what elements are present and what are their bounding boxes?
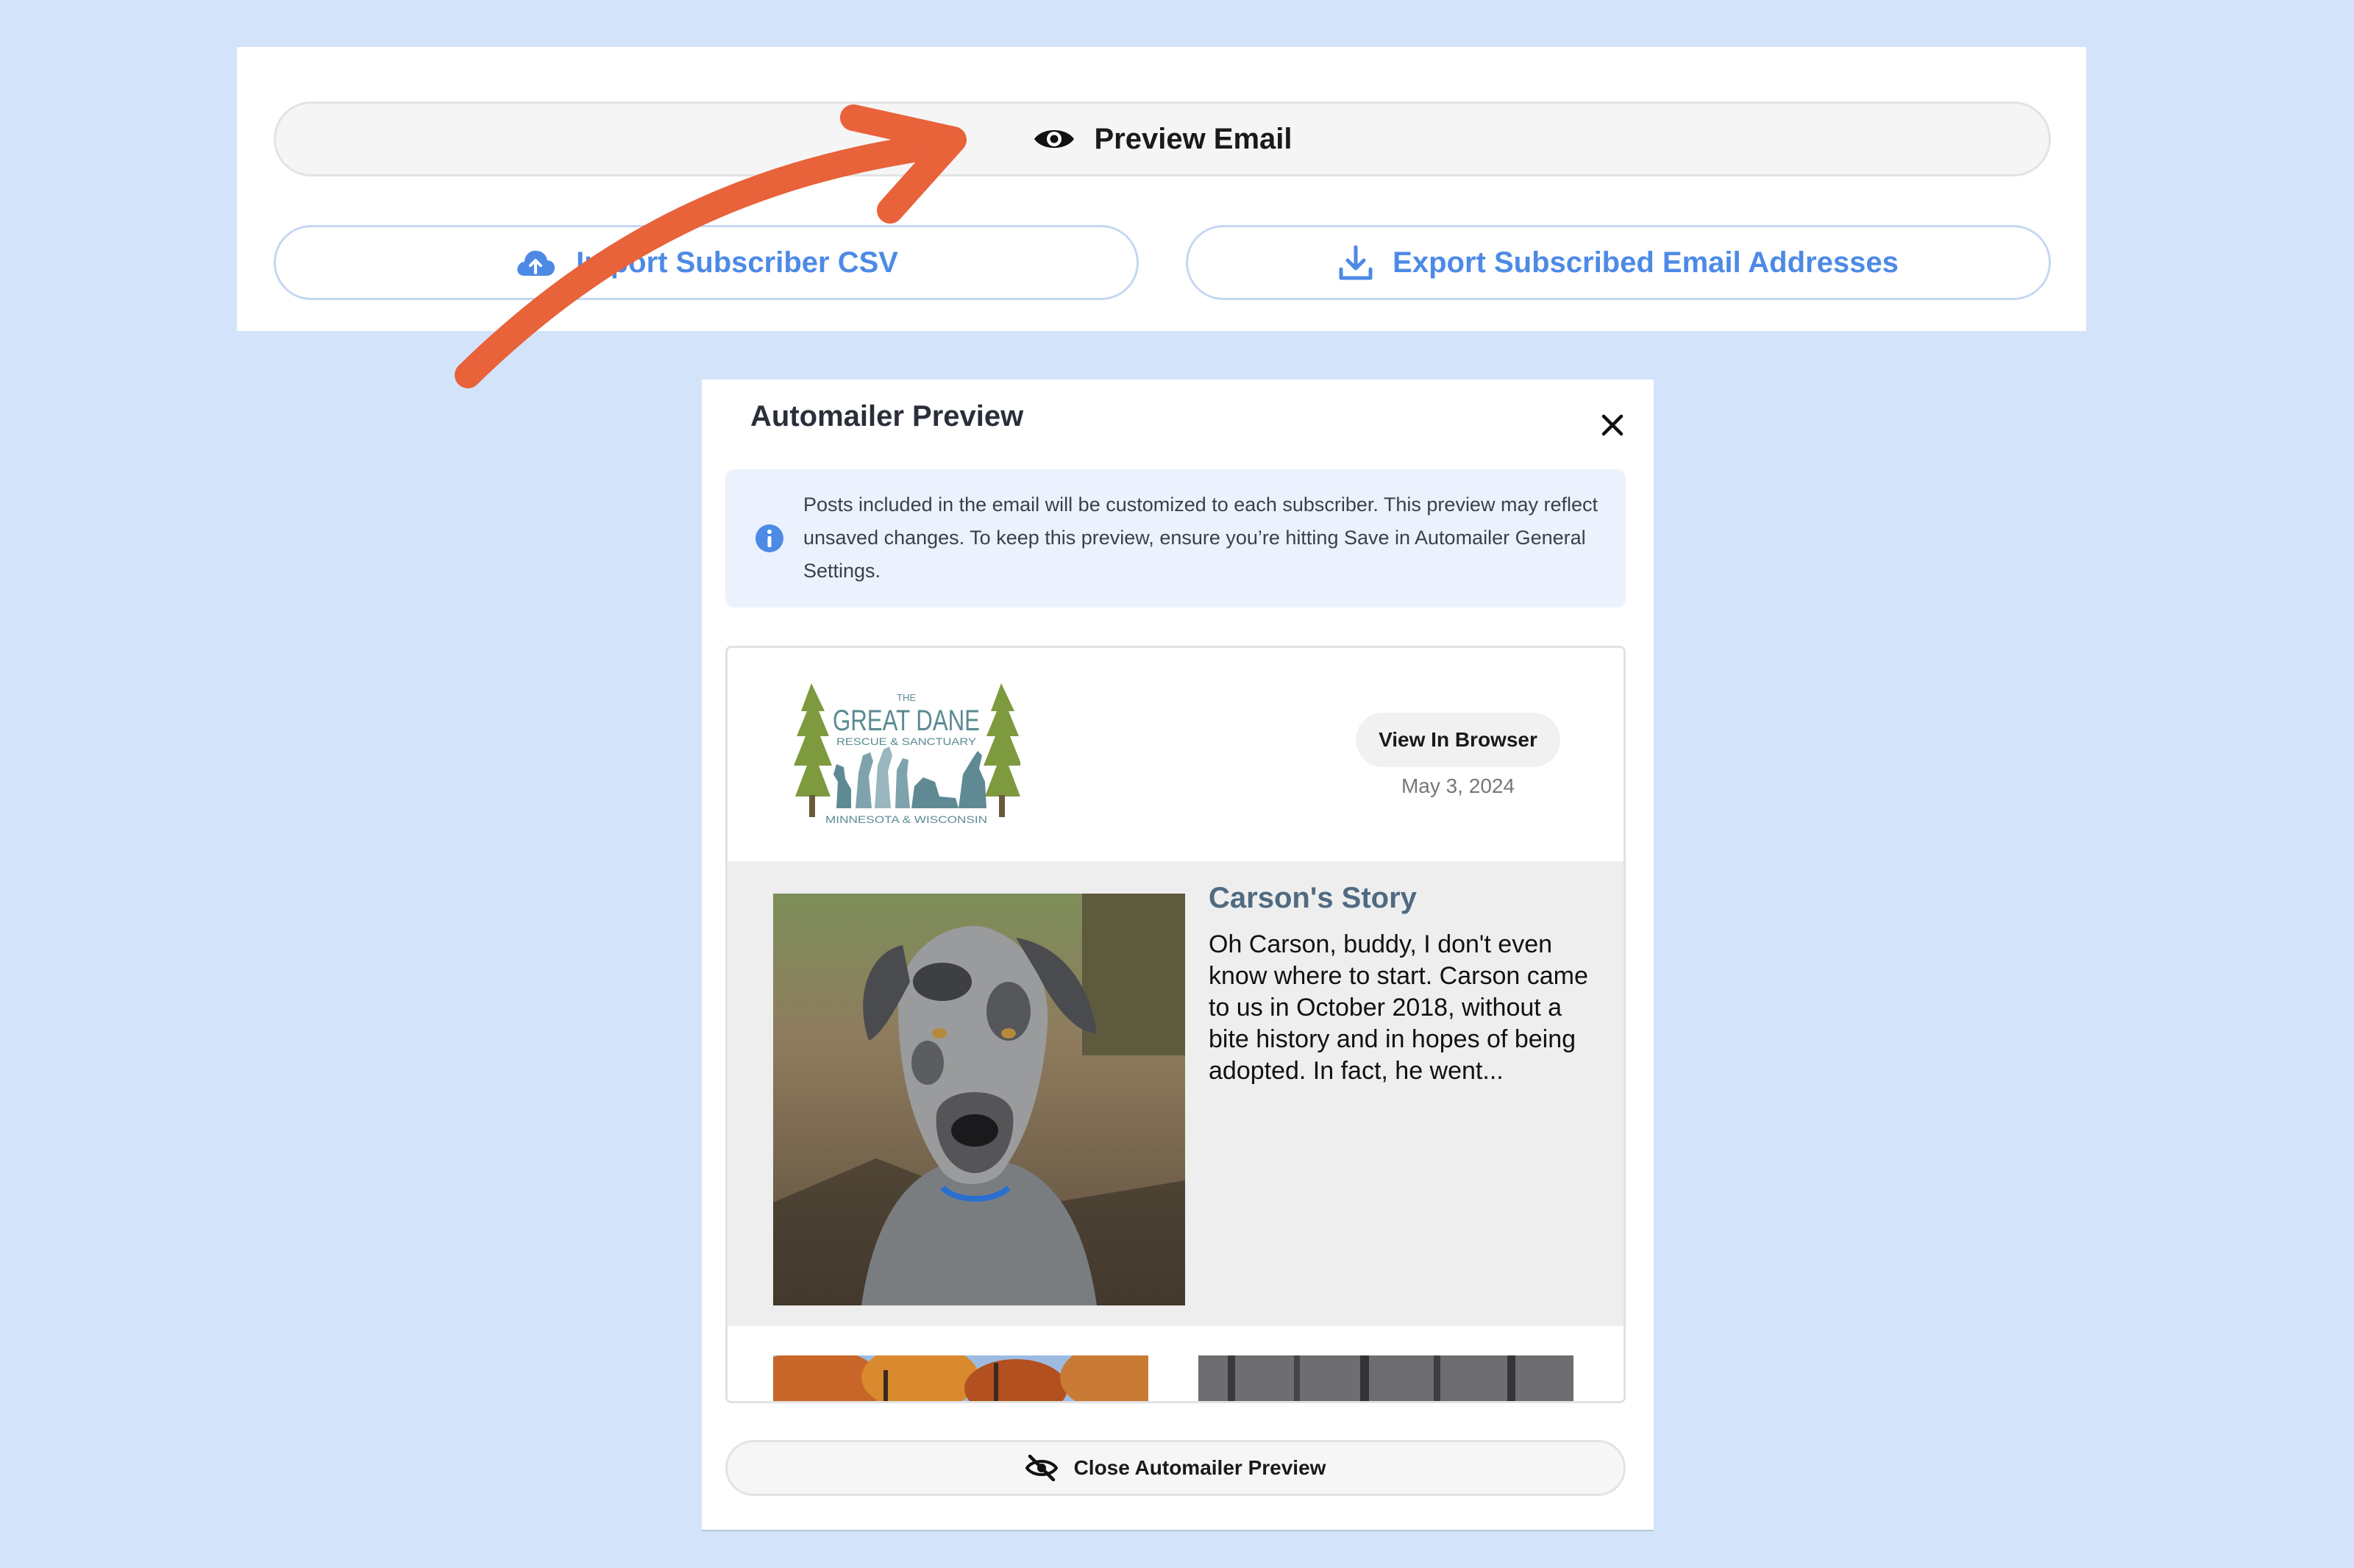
import-subscriber-csv-label: Import Subscriber CSV: [576, 246, 898, 279]
eye-slash-icon: [1025, 1455, 1058, 1481]
preview-email-label: Preview Email: [1094, 122, 1292, 155]
story-photo-dog[interactable]: [773, 894, 1185, 1305]
close-icon[interactable]: [1596, 409, 1629, 441]
download-icon: [1339, 245, 1373, 280]
email-header: THE GREAT DANE RESCUE & SANCTUARY MINNES…: [728, 648, 1624, 861]
modal-title: Automailer Preview: [750, 400, 1024, 432]
close-automailer-preview-button[interactable]: Close Automailer Preview: [725, 1440, 1626, 1496]
great-dane-rescue-logo: THE GREAT DANE RESCUE & SANCTUARY MINNES…: [794, 683, 1020, 825]
story-title-link[interactable]: Carson's Story: [1209, 882, 1417, 915]
view-in-browser-button[interactable]: View In Browser: [1356, 713, 1560, 767]
info-banner: Posts included in the email will be cust…: [725, 469, 1626, 607]
eye-icon: [1034, 130, 1075, 148]
logo-small-text: THE: [897, 692, 916, 703]
cloud-upload-icon: [517, 250, 555, 276]
featured-story: Carson's Story Oh Carson, buddy, I don't…: [728, 861, 1624, 1326]
logo-bottom-text: MINNESOTA & WISCONSIN: [825, 813, 987, 825]
close-automailer-preview-label: Close Automailer Preview: [1073, 1456, 1326, 1479]
export-subscribed-emails-button[interactable]: Export Subscribed Email Addresses: [1186, 225, 2051, 300]
story-thumbnail-autumn-trees[interactable]: [773, 1355, 1148, 1403]
logo-sub-text: RESCUE & SANCTUARY: [836, 735, 977, 747]
info-text: Posts included in the email will be cust…: [803, 493, 1598, 582]
preview-email-button[interactable]: Preview Email: [274, 101, 2051, 177]
import-subscriber-csv-button[interactable]: Import Subscriber CSV: [274, 225, 1139, 300]
story-thumbnail-bare-woods[interactable]: [1198, 1355, 1574, 1403]
export-subscribed-emails-label: Export Subscribed Email Addresses: [1393, 246, 1899, 279]
preview-toolbar: Preview Email Import Subscriber CSV Expo…: [237, 47, 2086, 331]
story-excerpt: Oh Carson, buddy, I don't even know wher…: [1209, 930, 1588, 1085]
automailer-preview-modal: Automailer Preview Posts included in the…: [702, 379, 1654, 1530]
email-date: May 3, 2024: [1401, 774, 1515, 797]
logo-main-text: GREAT DANE: [833, 705, 980, 737]
email-preview-frame[interactable]: THE GREAT DANE RESCUE & SANCTUARY MINNES…: [725, 646, 1626, 1403]
info-icon: [755, 524, 783, 552]
